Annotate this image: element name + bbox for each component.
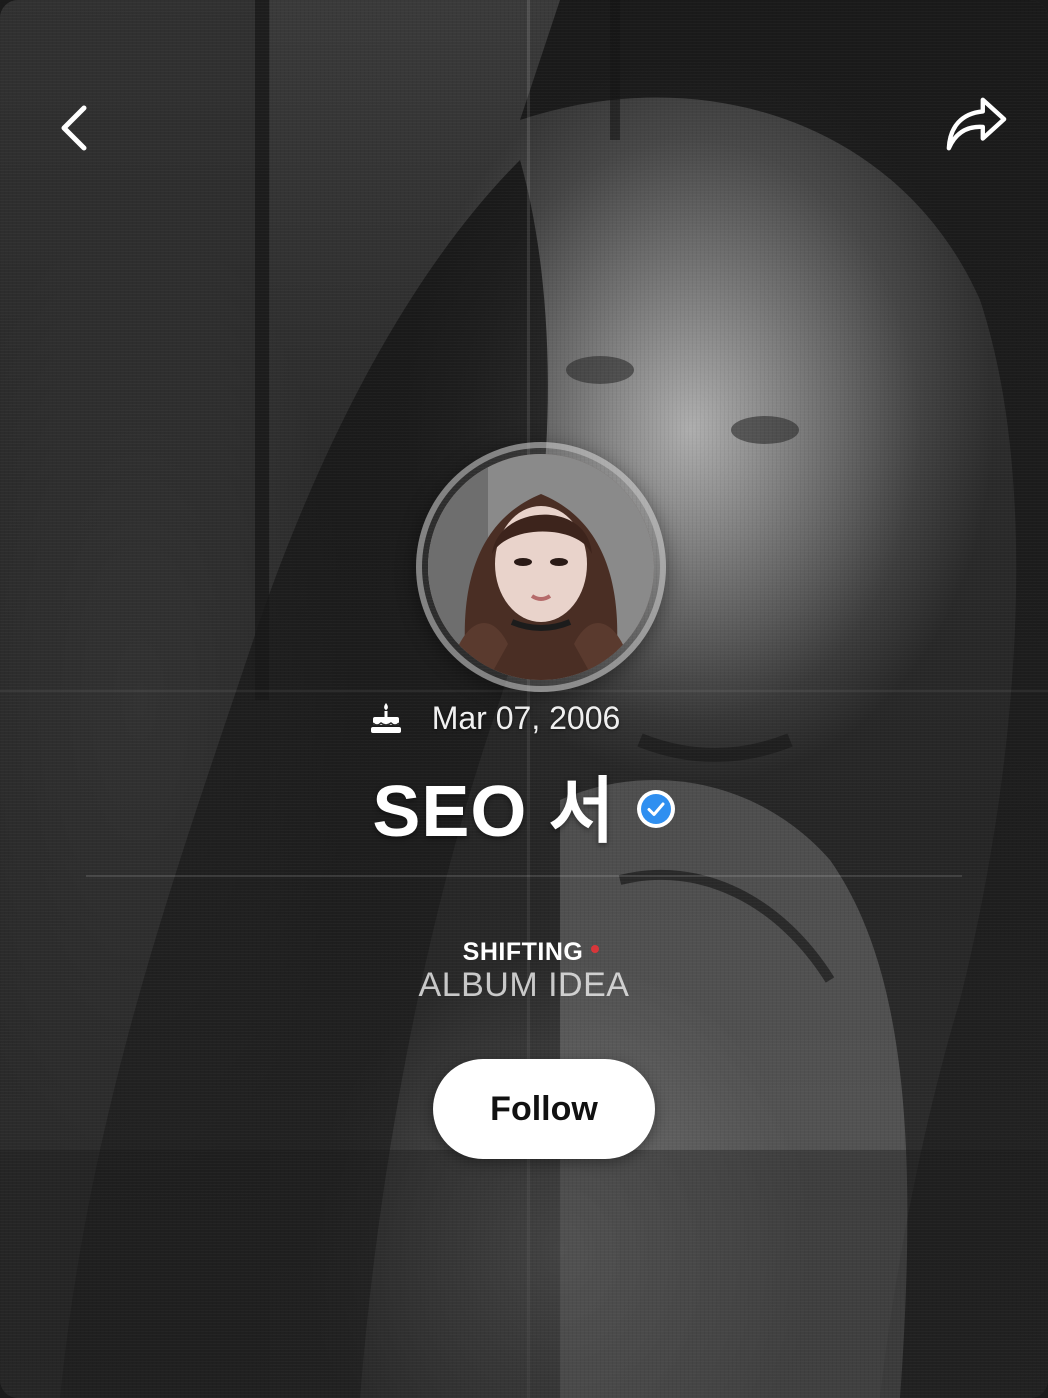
- avatar[interactable]: [416, 442, 666, 692]
- now-playing-title-row[interactable]: SHIFTING: [0, 938, 1048, 967]
- profile-screen: Mar 07, 2006 SEO 서 SHIFTING ALBUM IDEA F…: [0, 0, 1048, 1398]
- avatar-photo: [428, 454, 654, 680]
- section-divider: [86, 875, 962, 877]
- birthday-text: Mar 07, 2006: [431, 700, 621, 736]
- back-button[interactable]: [42, 96, 106, 160]
- chevron-left-icon: [61, 105, 87, 151]
- share-arrow-icon: [946, 97, 1007, 151]
- now-playing-subtitle: ALBUM IDEA: [418, 966, 630, 1004]
- paper-fold-vertical: [527, 0, 530, 1398]
- share-button[interactable]: [944, 92, 1008, 156]
- background-photo: [0, 0, 1048, 1398]
- profile-name: SEO 서: [372, 772, 616, 852]
- birthday-row: Mar 07, 2006: [0, 700, 1048, 737]
- live-indicator-dot: [591, 944, 600, 953]
- now-playing-title: SHIFTING: [462, 938, 584, 966]
- verified-badge-icon: [636, 789, 675, 828]
- cake-icon: [370, 702, 401, 733]
- follow-button[interactable]: Follow: [433, 1059, 655, 1159]
- name-row: SEO 서: [0, 752, 1048, 857]
